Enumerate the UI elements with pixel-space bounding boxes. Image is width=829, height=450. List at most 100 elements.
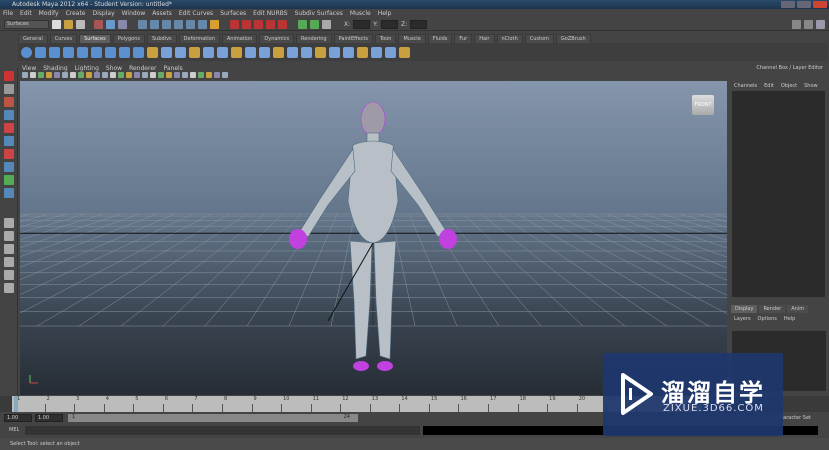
select-object-icon[interactable]	[106, 19, 115, 29]
open-scene-icon[interactable]	[64, 19, 73, 29]
input-mode-icon[interactable]	[310, 19, 319, 29]
minimize-button[interactable]	[781, 1, 795, 8]
panel-tool-26-icon[interactable]	[222, 72, 228, 78]
current-time-marker[interactable]	[14, 396, 18, 412]
panel-tool-24-icon[interactable]	[206, 72, 212, 78]
shelf-cone-icon[interactable]	[63, 46, 74, 58]
layer-tab-render[interactable]: Render	[759, 305, 786, 313]
menu-create[interactable]: Create	[66, 10, 86, 17]
lock-icon[interactable]	[210, 19, 219, 29]
character-mesh[interactable]	[20, 81, 727, 395]
channel-menu-object[interactable]: Object	[781, 83, 797, 89]
layer-menu-help[interactable]: Help	[784, 316, 795, 322]
tool-settings-icon[interactable]	[804, 19, 813, 29]
panel-tool-2-icon[interactable]	[30, 72, 36, 78]
paint-select-icon[interactable]	[4, 97, 14, 107]
rotate-tool-icon[interactable]	[4, 123, 14, 133]
shelf-trim-icon[interactable]	[259, 46, 270, 58]
shelf-cylinder-icon[interactable]	[49, 46, 60, 58]
lasso-tool-icon[interactable]	[4, 84, 14, 94]
panel-tool-12-icon[interactable]	[110, 72, 116, 78]
shelf-extend-icon[interactable]	[357, 46, 368, 58]
layout-four-icon[interactable]	[4, 231, 14, 241]
menu-muscle[interactable]: Muscle	[350, 10, 371, 17]
shelf-attach-icon[interactable]	[287, 46, 298, 58]
start-time-field[interactable]: 1.00	[4, 414, 32, 422]
panel-tool-14-icon[interactable]	[126, 72, 132, 78]
channel-menu-channels[interactable]: Channels	[734, 83, 757, 89]
shelf-boundary-icon[interactable]	[175, 46, 186, 58]
menu-edit-nurbs[interactable]: Edit NURBS	[253, 10, 287, 17]
z-field[interactable]	[410, 19, 428, 29]
shelf-rebuild-icon[interactable]	[385, 46, 396, 58]
shelf-sphere-icon[interactable]	[21, 46, 32, 58]
shelf-revolve-icon[interactable]	[105, 46, 116, 58]
shelf-bevel-plus-icon[interactable]	[217, 46, 228, 58]
layer-menu-layers[interactable]: Layers	[734, 316, 751, 322]
menu-assets[interactable]: Assets	[152, 10, 172, 17]
shelf-sculpt-icon[interactable]	[399, 46, 410, 58]
attribute-editor-icon[interactable]	[792, 19, 801, 29]
y-field[interactable]	[381, 19, 399, 29]
panel-menu-shading[interactable]: Shading	[43, 65, 67, 72]
shelf-untrim-icon[interactable]	[273, 46, 284, 58]
shelf-align-icon[interactable]	[315, 46, 326, 58]
shelf-extrude-icon[interactable]	[147, 46, 158, 58]
ipr-render-icon[interactable]	[242, 19, 251, 29]
new-scene-icon[interactable]	[52, 19, 61, 29]
panel-tool-11-icon[interactable]	[102, 72, 108, 78]
render-view-icon[interactable]	[278, 19, 287, 29]
panel-menu-show[interactable]: Show	[106, 65, 122, 72]
sidebar-toggle-icon[interactable]	[322, 19, 331, 29]
viewport[interactable]: FRONT	[20, 81, 727, 395]
snap-plane-icon[interactable]	[174, 19, 183, 29]
panel-tool-7-icon[interactable]	[70, 72, 76, 78]
shelf-intersect-icon[interactable]	[245, 46, 256, 58]
panel-tool-23-icon[interactable]	[198, 72, 204, 78]
menu-edit-curves[interactable]: Edit Curves	[179, 10, 213, 17]
menu-subdiv-surfaces[interactable]: Subdiv Surfaces	[295, 10, 343, 17]
panel-tool-22-icon[interactable]	[190, 72, 196, 78]
panel-tool-17-icon[interactable]	[150, 72, 156, 78]
view-cube[interactable]: FRONT	[692, 95, 714, 115]
shelf-loft-icon[interactable]	[119, 46, 130, 58]
panel-tool-3-icon[interactable]	[38, 72, 44, 78]
panel-tool-18-icon[interactable]	[158, 72, 164, 78]
snap-view-icon[interactable]	[198, 19, 207, 29]
render-settings-icon[interactable]	[254, 19, 263, 29]
panel-menu-lighting[interactable]: Lighting	[75, 65, 99, 72]
shelf-detach-icon[interactable]	[301, 46, 312, 58]
menu-help[interactable]: Help	[378, 10, 392, 17]
panel-tool-6-icon[interactable]	[62, 72, 68, 78]
snap-grid-icon[interactable]	[138, 19, 147, 29]
layout-outliner-icon[interactable]	[4, 257, 14, 267]
show-manipulator-icon[interactable]	[4, 175, 14, 185]
last-tool-icon[interactable]	[4, 188, 14, 198]
panel-tool-13-icon[interactable]	[118, 72, 124, 78]
panel-tool-15-icon[interactable]	[134, 72, 140, 78]
menu-edit[interactable]: Edit	[20, 10, 32, 17]
shelf-insert-isoparm-icon[interactable]	[343, 46, 354, 58]
menu-display[interactable]: Display	[93, 10, 115, 17]
shelf-square-icon[interactable]	[189, 46, 200, 58]
layer-tab-display[interactable]: Display	[731, 305, 758, 313]
layout-single-icon[interactable]	[4, 218, 14, 228]
time-ruler[interactable]: 123456789101112131415161718192021222324	[12, 396, 703, 412]
panel-tool-1-icon[interactable]	[22, 72, 28, 78]
select-component-icon[interactable]	[118, 19, 127, 29]
shelf-offset-icon[interactable]	[371, 46, 382, 58]
layer-menu-options[interactable]: Options	[758, 316, 777, 322]
panel-tool-9-icon[interactable]	[86, 72, 92, 78]
hypershade-icon[interactable]	[266, 19, 275, 29]
layout-two-icon[interactable]	[4, 244, 14, 254]
shelf-bevel-icon[interactable]	[203, 46, 214, 58]
maximize-button[interactable]	[797, 1, 811, 8]
menu-surfaces[interactable]: Surfaces	[220, 10, 246, 17]
menu-modify[interactable]: Modify	[39, 10, 59, 17]
layout-graph-icon[interactable]	[4, 270, 14, 280]
snap-point-icon[interactable]	[162, 19, 171, 29]
panel-tool-4-icon[interactable]	[46, 72, 52, 78]
channel-list[interactable]	[732, 91, 825, 297]
menu-window[interactable]: Window	[122, 10, 146, 17]
soft-mod-icon[interactable]	[4, 162, 14, 172]
